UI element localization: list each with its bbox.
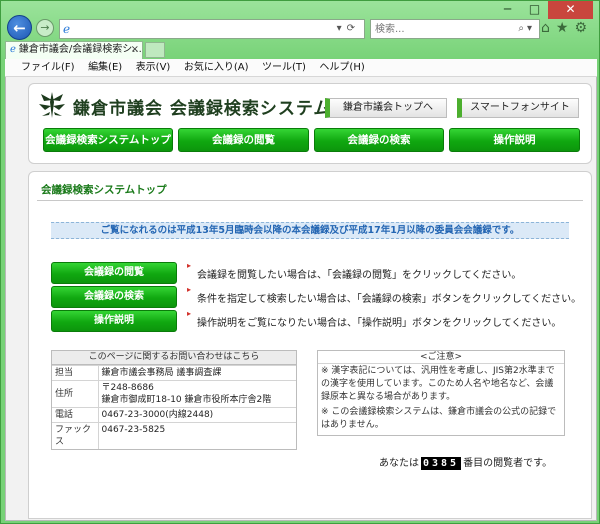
browser-toolbar: ← → ℯ ▾⟳ ⌕▾ ⌂★⚙ <box>5 15 597 41</box>
settings-gear-icon[interactable]: ⚙ <box>574 20 593 36</box>
counter-number: 0385 <box>421 457 462 470</box>
contact-table: 担当 鎌倉市議会事務局 議事調査課 住所 〒248-8686 鎌倉市御成町18-… <box>52 365 296 449</box>
search-description: 条件を指定して検索したい場合は、「会議録の検索」ボタンをクリックしてください。 <box>197 294 582 305</box>
site-header: 鎌倉市議会 会議録検索システム 鎌倉市議会トップへ スマートフォンサイト 会議録… <box>28 83 592 164</box>
ie-page-icon: ℯ <box>63 22 71 36</box>
search-icon[interactable]: ⌕▾ <box>518 23 535 34</box>
contact-heading: このページに関するお問い合わせはこちら <box>52 351 296 365</box>
contact-label: 住所 <box>52 380 99 408</box>
menu-edit[interactable]: 編集(E) <box>88 59 122 76</box>
arrow-icon: ▸ <box>187 285 192 294</box>
menu-view[interactable]: 表示(V) <box>136 59 171 76</box>
contact-box: このページに関するお問い合わせはこちら 担当 鎌倉市議会事務局 議事調査課 住所… <box>51 350 297 450</box>
tab-title: 鎌倉市議会/会議録検索シ... <box>18 44 142 55</box>
browser-window: ─ □ ✕ ← → ℯ ▾⟳ ⌕▾ ⌂★⚙ ℯ鎌倉市議会/会議録検索シ... ×… <box>0 0 600 524</box>
contact-label: ファックス <box>52 422 99 449</box>
smartphone-site-button[interactable]: スマートフォンサイト <box>457 98 579 118</box>
search-input[interactable] <box>371 20 501 38</box>
table-row: ファックス 0467-23-5825 <box>52 422 296 449</box>
forward-button[interactable]: → <box>36 19 54 37</box>
table-row: 住所 〒248-8686 鎌倉市御成町18-10 鎌倉市役所本庁舎2階 <box>52 380 296 408</box>
contact-value: 0467-23-5825 <box>98 422 296 449</box>
favorites-star-icon[interactable]: ★ <box>556 20 575 36</box>
contact-label: 担当 <box>52 365 99 381</box>
page-title: 会議録検索システムトップ <box>41 184 167 196</box>
main-panel: 会議録検索システムトップ ご覧になれるのは平成13年5月臨時会以降の本会議録及び… <box>28 171 592 519</box>
nav-system-top[interactable]: 会議録検索システムトップ <box>43 128 173 152</box>
nav-browse-records[interactable]: 会議録の閲覧 <box>178 128 309 152</box>
arrow-icon: ▸ <box>187 261 192 270</box>
arrow-icon: ▸ <box>187 309 192 318</box>
table-row: 電話 0467-23-3000(内線2448) <box>52 407 296 423</box>
tab-close-icon[interactable]: × <box>131 42 139 58</box>
nav-search-records[interactable]: 会議録の検索 <box>314 128 444 152</box>
new-tab-button[interactable] <box>145 42 165 58</box>
caution-text-kanji: ※ 漢字表記については、汎用性を考慮し、JIS第2水準までの漢字を使用しています… <box>321 366 555 402</box>
menu-bar: ファイル(F) 編集(E) 表示(V) お気に入り(A) ツール(T) ヘルプ(… <box>5 59 597 77</box>
availability-notice: ご覧になれるのは平成13年5月臨時会以降の本会議録及び平成17年1月以降の委員会… <box>51 222 569 239</box>
nav-operation-guide[interactable]: 操作説明 <box>449 128 580 152</box>
menu-tools[interactable]: ツール(T) <box>262 59 306 76</box>
menu-help[interactable]: ヘルプ(H) <box>319 59 364 76</box>
search-records-button[interactable]: 会議録の検索 <box>51 286 177 308</box>
menu-favorites[interactable]: お気に入り(A) <box>184 59 249 76</box>
contact-value: 0467-23-3000(内線2448) <box>98 407 296 423</box>
caution-box: <ご注意> ※ 漢字表記については、汎用性を考慮し、JIS第2水準までの漢字を使… <box>317 350 565 436</box>
counter-suffix: 番目の閲覧者です。 <box>463 458 553 469</box>
address-bar[interactable]: ℯ ▾⟳ <box>59 19 365 39</box>
caution-heading: <ご注意> <box>318 351 564 364</box>
browser-tab[interactable]: ℯ 鎌倉市議会/会議録検索シ... × <box>5 41 143 59</box>
page-viewport: 鎌倉市議会 会議録検索システム 鎌倉市議会トップへ スマートフォンサイト 会議録… <box>5 77 597 521</box>
menu-file[interactable]: ファイル(F) <box>21 59 75 76</box>
counter-prefix: あなたは <box>379 458 419 469</box>
table-row: 担当 鎌倉市議会事務局 議事調査課 <box>52 365 296 381</box>
browse-description: 会議録を閲覧したい場合は、「会議録の閲覧」をクリックしてください。 <box>197 270 522 281</box>
council-top-button[interactable]: 鎌倉市議会トップへ <box>325 98 447 118</box>
browse-records-button[interactable]: 会議録の閲覧 <box>51 262 177 284</box>
guide-description: 操作説明をご覧になりたい場合は、「操作説明」ボタンをクリックしてください。 <box>197 318 562 329</box>
search-box[interactable]: ⌕▾ <box>370 19 540 39</box>
address-controls-icon[interactable]: ▾⟳ <box>337 23 360 34</box>
contact-address: 〒248-8686 鎌倉市御成町18-10 鎌倉市役所本庁舎2階 <box>98 380 296 408</box>
visitor-counter: あなたは 0385 番目の閲覧者です。 <box>379 454 553 470</box>
street-address: 鎌倉市御成町18-10 鎌倉市役所本庁舎2階 <box>101 395 272 405</box>
operation-guide-button[interactable]: 操作説明 <box>51 310 177 332</box>
title-divider <box>37 200 583 201</box>
contact-value: 鎌倉市議会事務局 議事調査課 <box>98 365 296 381</box>
home-icon[interactable]: ⌂ <box>541 20 556 36</box>
contact-label: 電話 <box>52 407 99 423</box>
postal-code: 〒248-8686 <box>101 383 154 393</box>
kamakura-crest-icon <box>39 92 65 118</box>
tab-strip: ℯ 鎌倉市議会/会議録検索シ... × <box>5 41 597 59</box>
ie-tab-icon: ℯ <box>10 44 16 55</box>
site-title: 鎌倉市議会 会議録検索システム <box>73 99 332 119</box>
back-button[interactable]: ← <box>7 15 32 40</box>
toolbar-icons: ⌂★⚙ <box>541 20 593 36</box>
caution-text-official: ※ この会議録検索システムは、鎌倉市議会の公式の記録ではありません。 <box>321 407 557 430</box>
